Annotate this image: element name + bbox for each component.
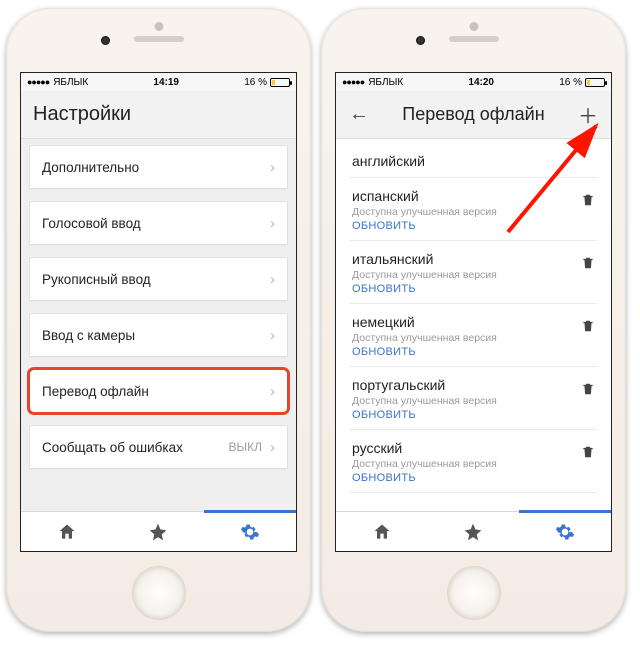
chevron-right-icon: ›	[270, 215, 275, 232]
settings-item[interactable]: Рукописный ввод ›	[29, 257, 288, 301]
battery-indicator: 16 %	[559, 77, 605, 88]
language-list: английский испанский Доступна улучшенная в…	[336, 139, 611, 511]
header-settings: Настройки	[21, 91, 296, 139]
header-offline: ← Перевод офлайн ＋	[336, 91, 611, 139]
update-button[interactable]: ОБНОВИТЬ	[352, 409, 497, 421]
language-row: итальянский Доступна улучшенная версия ОБН…	[350, 241, 597, 304]
settings-item-label: Ввод с камеры	[42, 328, 135, 343]
star-icon	[463, 522, 483, 542]
language-name: русский	[352, 440, 497, 456]
language-name: итальянский	[352, 251, 497, 267]
language-row: испанский Доступна улучшенная версия ОБНОВ…	[350, 178, 597, 241]
language-subtext: Доступна улучшенная версия	[352, 269, 497, 281]
settings-item-aux: ВЫКЛ	[229, 440, 263, 454]
delete-button[interactable]	[581, 192, 595, 213]
language-row: португальский Доступна улучшенная версия О…	[350, 367, 597, 430]
delete-button[interactable]	[581, 318, 595, 339]
delete-button[interactable]	[581, 381, 595, 402]
home-button[interactable]	[132, 566, 186, 620]
chevron-right-icon: ›	[270, 439, 275, 456]
chevron-right-icon: ›	[270, 327, 275, 344]
phone-right: ●●●●● ЯБЛЫК 14:20 16 % ← Перевод офлайн …	[321, 8, 626, 632]
gear-icon	[555, 522, 575, 542]
language-row: русский Доступна улучшенная версия ОБНОВИТ…	[350, 430, 597, 493]
tab-bar	[21, 511, 296, 551]
settings-item[interactable]: Дополнительно ›	[29, 145, 288, 189]
language-subtext: Доступна улучшенная версия	[352, 458, 497, 470]
settings-item-label: Дополнительно	[42, 160, 139, 175]
language-name: немецкий	[352, 314, 497, 330]
settings-item-label: Сообщать об ошибках	[42, 440, 183, 455]
delete-button[interactable]	[581, 444, 595, 465]
chevron-right-icon: ›	[270, 271, 275, 288]
language-name: испанский	[352, 188, 497, 204]
status-time: 14:19	[92, 77, 240, 88]
update-button[interactable]: ОБНОВИТЬ	[352, 220, 497, 232]
tab-bar	[336, 511, 611, 551]
battery-pct: 16 %	[559, 77, 582, 88]
language-subtext: Доступна улучшенная версия	[352, 206, 497, 218]
carrier-label: ЯБЛЫК	[368, 77, 403, 88]
battery-icon	[270, 78, 290, 87]
tab-home[interactable]	[57, 522, 77, 542]
settings-item[interactable]: Перевод офлайн ›	[29, 369, 288, 413]
update-button[interactable]: ОБНОВИТЬ	[352, 472, 497, 484]
home-button[interactable]	[447, 566, 501, 620]
language-name: португальский	[352, 377, 497, 393]
delete-button[interactable]	[581, 255, 595, 276]
settings-list: Дополнительно›Голосовой ввод›Рукописный …	[21, 139, 296, 511]
tab-favorites[interactable]	[463, 522, 483, 542]
status-bar: ●●●●● ЯБЛЫК 14:19 16 %	[21, 73, 296, 91]
battery-pct: 16 %	[244, 77, 267, 88]
language-row: английский	[350, 143, 597, 178]
tab-home[interactable]	[372, 522, 392, 542]
trash-icon	[581, 192, 595, 208]
settings-item-label: Рукописный ввод	[42, 272, 151, 287]
battery-icon	[585, 78, 605, 87]
trash-icon	[581, 255, 595, 271]
settings-item[interactable]: Голосовой ввод ›	[29, 201, 288, 245]
home-icon	[57, 522, 77, 542]
screen-settings: ●●●●● ЯБЛЫК 14:19 16 % Настройки Дополни…	[20, 72, 297, 552]
page-title: Настройки	[33, 103, 131, 126]
trash-icon	[581, 318, 595, 334]
add-language-button[interactable]: ＋	[577, 100, 599, 129]
tab-settings[interactable]	[240, 522, 260, 542]
back-button[interactable]: ←	[348, 103, 370, 126]
chevron-right-icon: ›	[270, 159, 275, 176]
language-subtext: Доступна улучшенная версия	[352, 395, 497, 407]
trash-icon	[581, 381, 595, 397]
language-row: немецкий Доступна улучшенная версия ОБНОВИ…	[350, 304, 597, 367]
screen-offline: ●●●●● ЯБЛЫК 14:20 16 % ← Перевод офлайн …	[335, 72, 612, 552]
language-subtext: Доступна улучшенная версия	[352, 332, 497, 344]
chevron-right-icon: ›	[270, 383, 275, 400]
tab-favorites[interactable]	[148, 522, 168, 542]
update-button[interactable]: ОБНОВИТЬ	[352, 346, 497, 358]
star-icon	[148, 522, 168, 542]
settings-item[interactable]: Ввод с камеры ›	[29, 313, 288, 357]
signal-dots-icon: ●●●●●	[27, 77, 49, 87]
update-button[interactable]: ОБНОВИТЬ	[352, 283, 497, 295]
signal-dots-icon: ●●●●●	[342, 77, 364, 87]
page-title: Перевод офлайн	[380, 104, 567, 125]
carrier-label: ЯБЛЫК	[53, 77, 88, 88]
phone-left: ●●●●● ЯБЛЫК 14:19 16 % Настройки Дополни…	[6, 8, 311, 632]
tab-settings[interactable]	[555, 522, 575, 542]
settings-item-label: Перевод офлайн	[42, 384, 149, 399]
battery-indicator: 16 %	[244, 77, 290, 88]
status-time: 14:20	[407, 77, 555, 88]
settings-item-label: Голосовой ввод	[42, 216, 141, 231]
trash-icon	[581, 444, 595, 460]
language-name: английский	[352, 153, 425, 169]
settings-item[interactable]: Сообщать об ошибках ВЫКЛ ›	[29, 425, 288, 469]
status-bar: ●●●●● ЯБЛЫК 14:20 16 %	[336, 73, 611, 91]
gear-icon	[240, 522, 260, 542]
home-icon	[372, 522, 392, 542]
